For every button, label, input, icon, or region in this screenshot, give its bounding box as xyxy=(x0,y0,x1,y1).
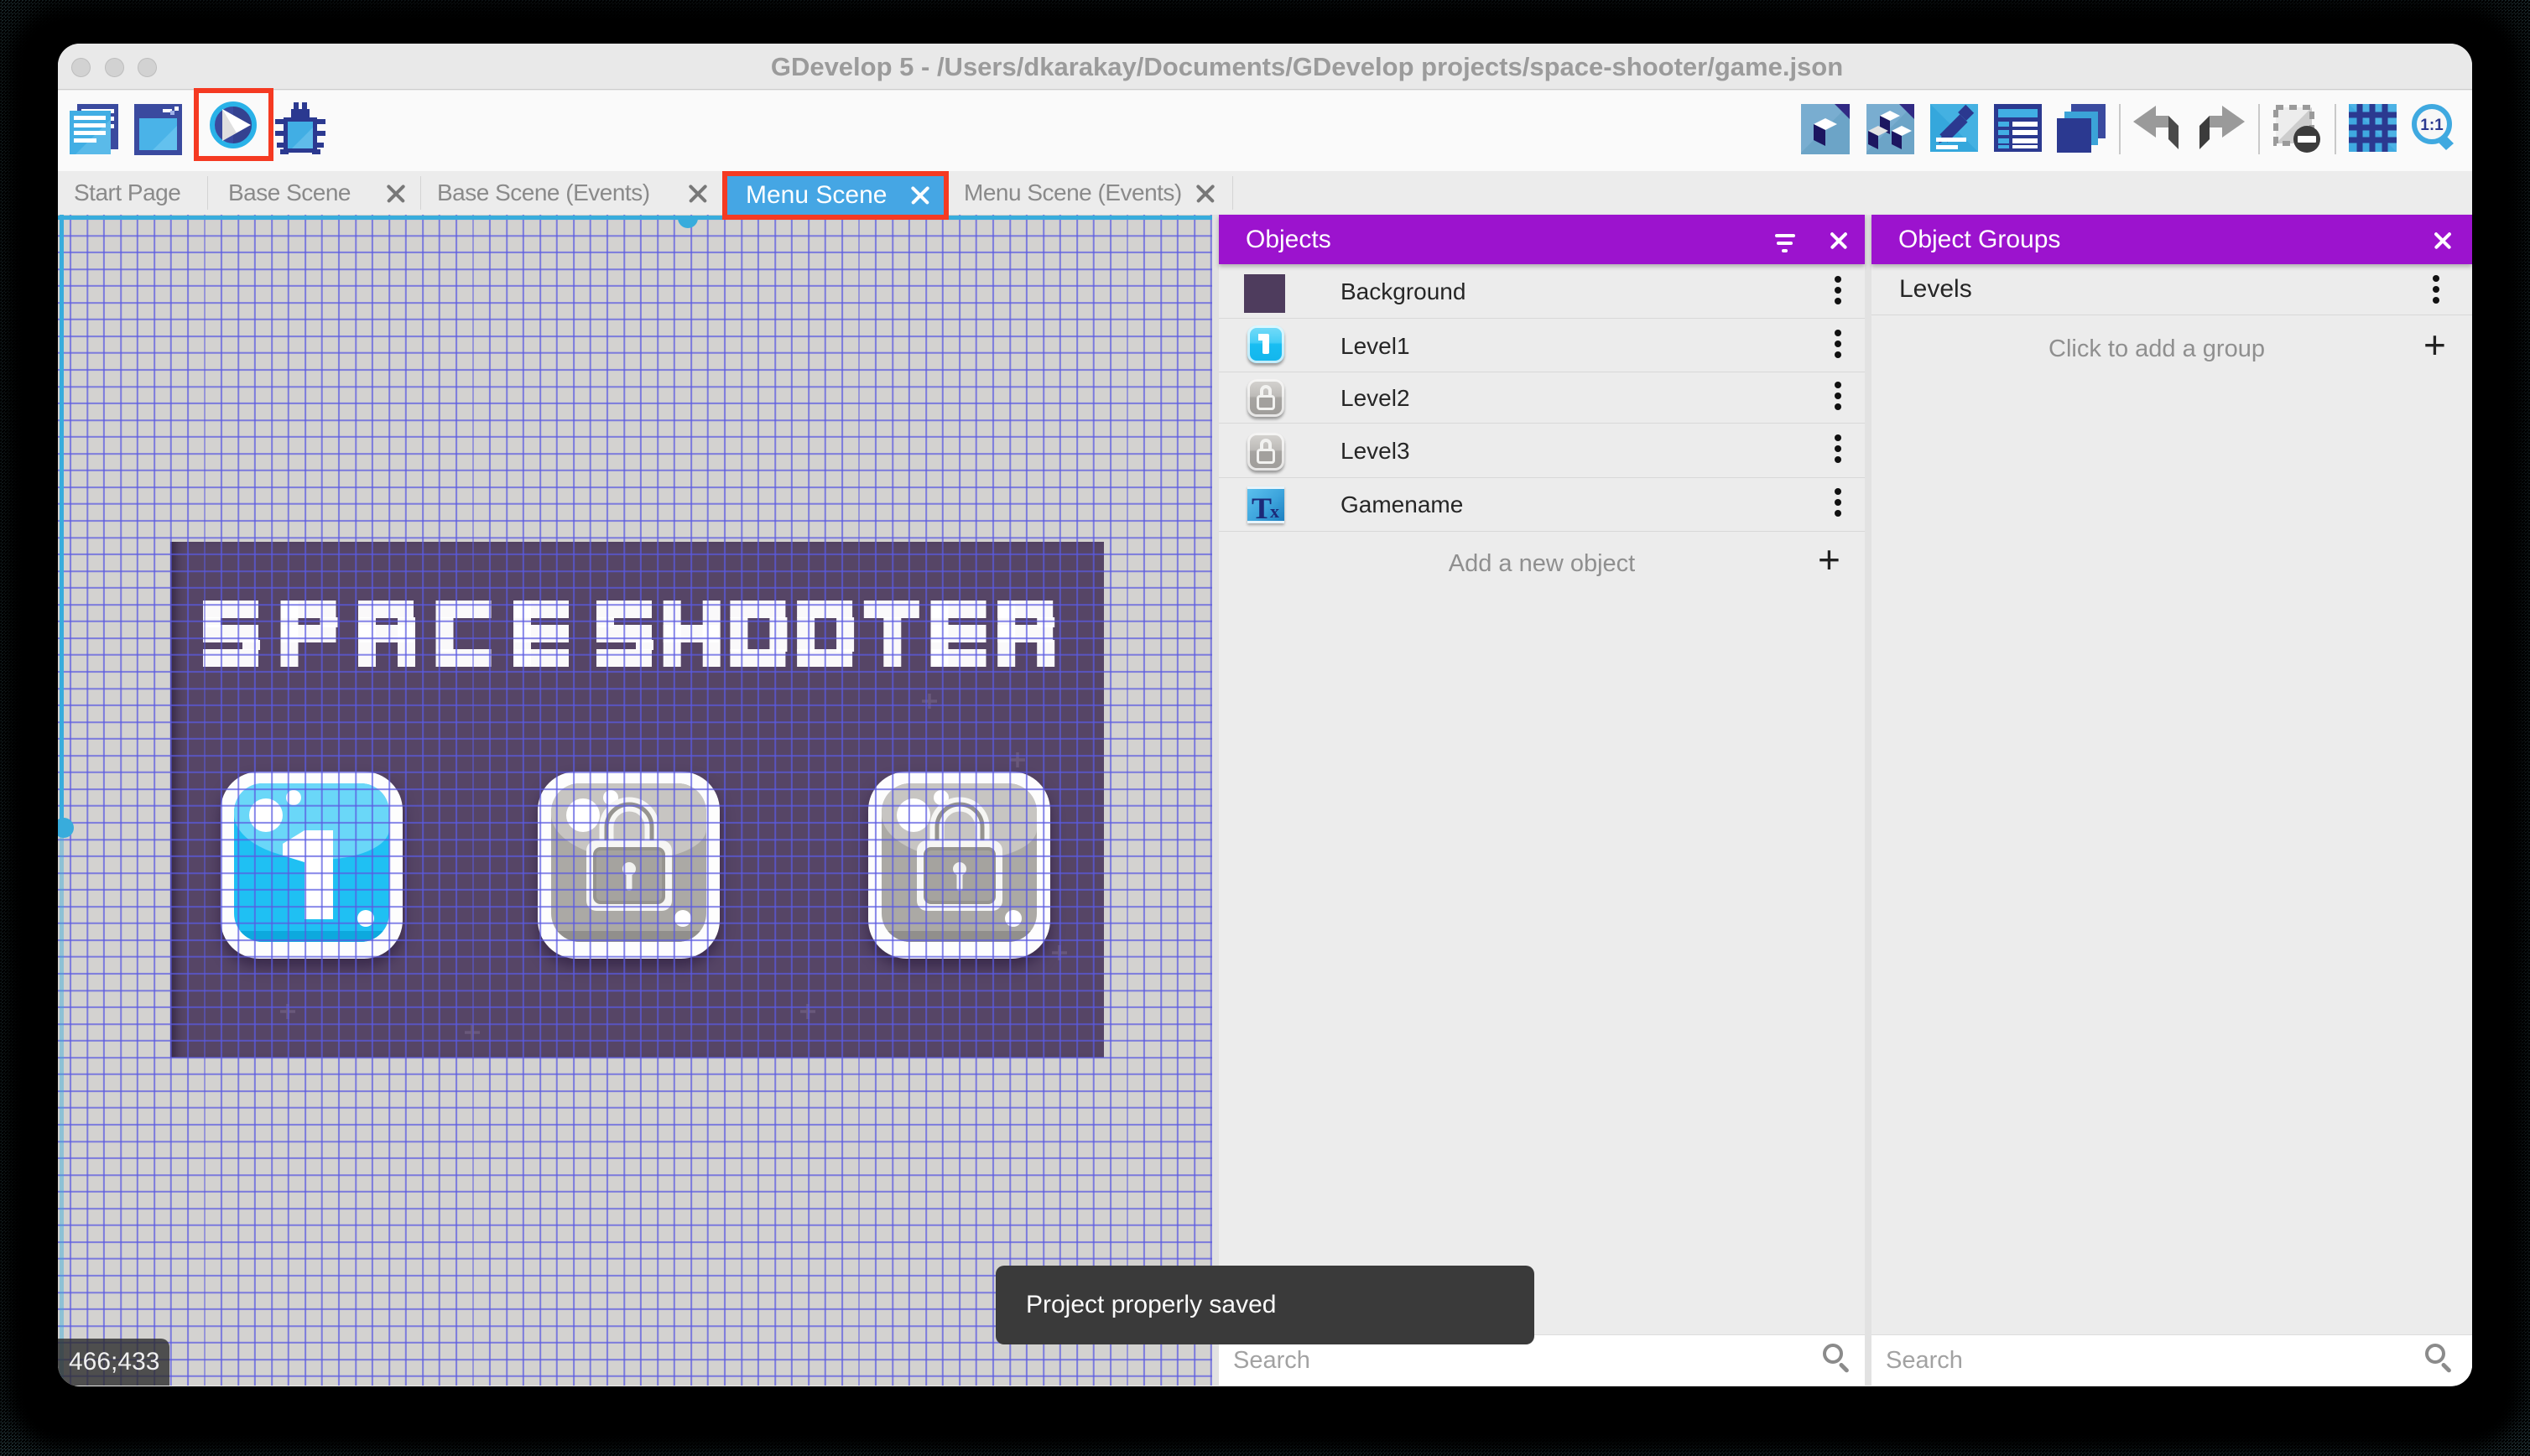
svg-text:1:1: 1:1 xyxy=(2420,117,2444,134)
